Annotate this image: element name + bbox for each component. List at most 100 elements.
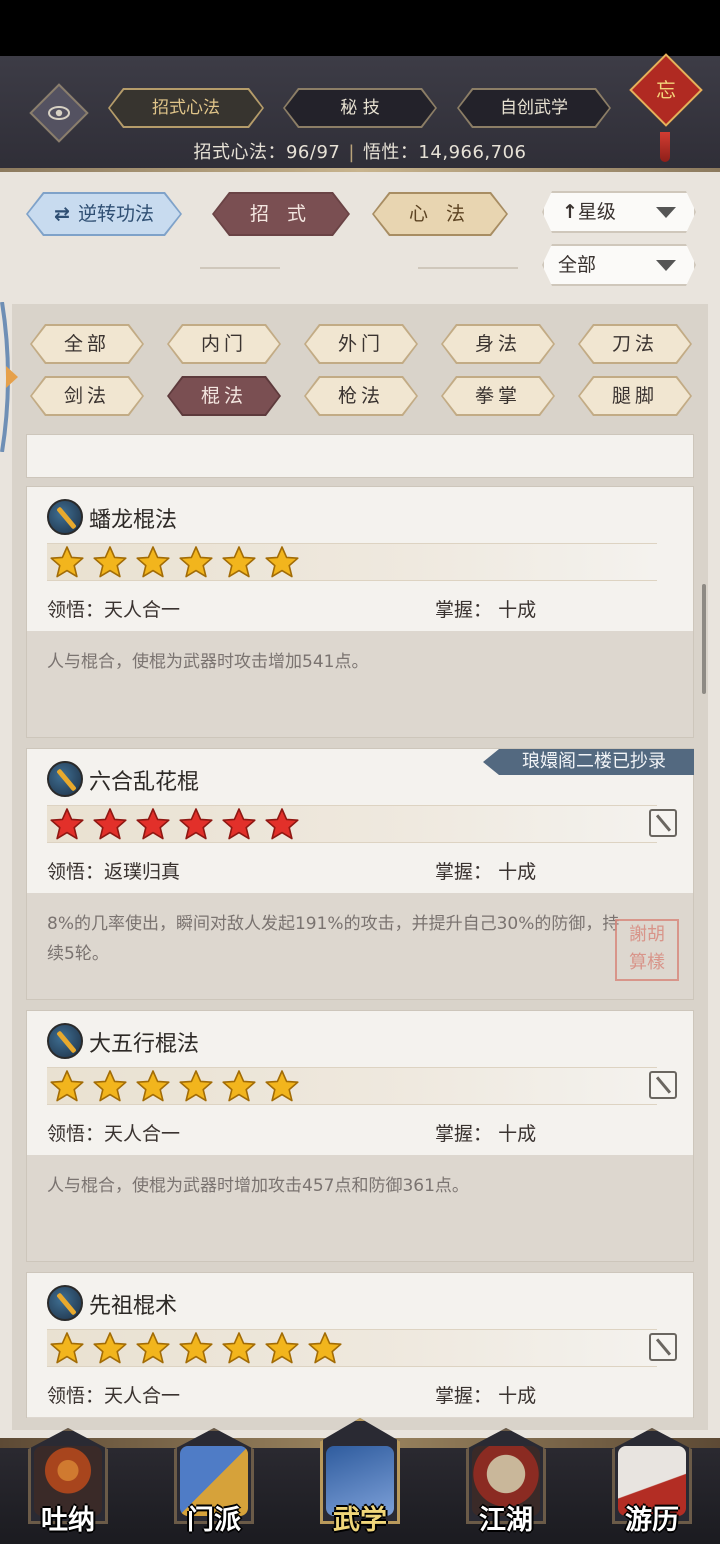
equip-staff-icon[interactable] bbox=[649, 1333, 677, 1361]
description-box: 人与棍合，使棍为武器时增加攻击457点和防御361点。 bbox=[27, 1155, 693, 1261]
comprehension-label: 领悟： bbox=[47, 1123, 105, 1145]
star-icon bbox=[135, 1069, 171, 1103]
stats-moves: 招式心法：96/97 bbox=[193, 142, 341, 163]
staff-icon bbox=[47, 1285, 83, 1321]
comprehension-value: 天人合一 bbox=[104, 1385, 181, 1407]
reverse-label: 逆转功法 bbox=[77, 203, 154, 225]
mastery-label: 掌握： bbox=[435, 1123, 493, 1145]
skill-name: 六合乱花棍 bbox=[89, 770, 200, 795]
reverse-button[interactable]: ⇄ 逆转功法 bbox=[28, 194, 180, 234]
comprehension-value: 天人合一 bbox=[104, 599, 181, 621]
mastery-value: 十成 bbox=[498, 599, 537, 621]
skill-card[interactable]: 先祖棍术 领悟：天人合一 掌握： 十成 bbox=[26, 1272, 694, 1418]
equip-staff-icon[interactable] bbox=[649, 1071, 677, 1099]
nav-item[interactable]: 门派 bbox=[164, 1428, 264, 1540]
description-box: 8%的几率使出，瞬间对敌人发起191%的攻击，并提升自己30%的防御，持续5轮。 bbox=[27, 893, 693, 999]
star-icon bbox=[264, 545, 300, 579]
star-icon bbox=[92, 1069, 128, 1103]
star-icon bbox=[49, 807, 85, 841]
star-rating bbox=[49, 1331, 343, 1365]
filter-dropdown[interactable]: 全部 bbox=[542, 244, 696, 286]
tab-zhaoshi-xinfa[interactable]: 招式心法 bbox=[110, 90, 262, 126]
comprehension-label: 领悟： bbox=[47, 599, 105, 621]
seal-stamp-icon: 謝胡 算樣 bbox=[615, 919, 679, 981]
category-tab[interactable]: 刀法 bbox=[580, 326, 690, 362]
category-tab[interactable]: 内门 bbox=[169, 326, 279, 362]
skill-name: 大五行棍法 bbox=[89, 1032, 200, 1057]
nav-item[interactable]: 吐纳 bbox=[18, 1428, 118, 1540]
star-icon bbox=[221, 1331, 257, 1365]
category-tab[interactable]: 全部 bbox=[32, 326, 142, 362]
tab-zichuang-wuxue[interactable]: 自创武学 bbox=[459, 90, 609, 126]
nav-label: 吐纳 bbox=[41, 1505, 95, 1536]
category-tab[interactable]: 拳掌 bbox=[443, 378, 553, 414]
nav-label: 门派 bbox=[187, 1505, 241, 1536]
nav-item[interactable]: 武学 bbox=[310, 1418, 410, 1540]
eye-icon[interactable] bbox=[29, 83, 89, 143]
star-icon bbox=[92, 807, 128, 841]
star-icon bbox=[135, 1331, 171, 1365]
comprehension-label: 领悟： bbox=[47, 1385, 105, 1407]
star-icon bbox=[178, 1069, 214, 1103]
content-area: ⇄ 逆转功法 招 式 心 法 ↑星级 全部 全部 内门 外门 身法 刀法 剑法 棍法 枪法 拳掌腿… bbox=[0, 172, 720, 1444]
skill-card[interactable]: 大五行棍法领悟：天人合一 掌握： 十成人与棍合，使棍为武器时增加攻击457点和防御… bbox=[26, 1010, 694, 1262]
skill-card[interactable]: 六合乱花棍领悟：返璞归真 掌握： 十成 8%的几率使出，瞬间对敌人发起191%的攻击… bbox=[26, 748, 694, 1000]
caret-down-icon bbox=[656, 260, 676, 271]
skill-name: 蟠龙棍法 bbox=[89, 508, 178, 533]
star-icon bbox=[178, 1331, 214, 1365]
category-tab[interactable]: 棍法 bbox=[169, 378, 279, 414]
mastery: 掌握： 十成 bbox=[435, 1119, 536, 1146]
mastery-label: 掌握： bbox=[435, 861, 493, 883]
toolbar: ⇄ 逆转功法 招 式 心 法 ↑星级 全部 bbox=[0, 172, 720, 304]
nav-item[interactable]: 江湖 bbox=[456, 1428, 556, 1540]
category-tab[interactable]: 枪法 bbox=[306, 378, 416, 414]
star-icon bbox=[135, 807, 171, 841]
star-icon bbox=[49, 545, 85, 579]
stats-insight: 悟性：14,966,706 bbox=[362, 142, 527, 163]
skill-list[interactable]: 蟠龙棍法 领悟：天人合一 掌握： 十成 人与棍合，使棍为武器时攻击增加541点。 六合乱… bbox=[26, 432, 694, 1418]
skill-card[interactable]: 蟠龙棍法 领悟：天人合一 掌握： 十成 人与棍合，使棍为武器时攻击增加541点。 bbox=[26, 486, 694, 738]
category-tab[interactable]: 外门 bbox=[306, 326, 416, 362]
copied-ribbon: 琅嬛阁二楼已抄录 bbox=[483, 749, 694, 775]
category-tab[interactable]: 剑法 bbox=[32, 378, 142, 414]
staff-icon bbox=[47, 761, 83, 797]
comprehension: 领悟：天人合一 bbox=[47, 1119, 180, 1146]
nav-label: 游历 bbox=[625, 1505, 679, 1536]
mastery: 掌握： 十成 bbox=[435, 857, 536, 884]
comprehension-value: 返璞归真 bbox=[104, 861, 181, 883]
star-rating bbox=[49, 545, 300, 579]
description-box bbox=[27, 1417, 693, 1418]
mastery-label: 掌握： bbox=[435, 599, 493, 621]
star-icon bbox=[221, 545, 257, 579]
nav-item[interactable]: 游历 bbox=[602, 1428, 702, 1540]
zhaoshi-button[interactable]: 招 式 bbox=[214, 194, 348, 234]
star-icon bbox=[221, 1069, 257, 1103]
comprehension: 领悟：天人合一 bbox=[47, 1381, 180, 1408]
nav-label: 武学 bbox=[333, 1505, 387, 1536]
star-rating bbox=[49, 1069, 300, 1103]
stats-separator: | bbox=[348, 142, 355, 163]
staff-icon bbox=[47, 1023, 83, 1059]
comprehension-label: 领悟： bbox=[47, 861, 105, 883]
tassel-icon bbox=[660, 132, 670, 162]
xinfa-button[interactable]: 心 法 bbox=[374, 194, 506, 234]
comprehension: 领悟：天人合一 bbox=[47, 595, 180, 622]
scrollbar[interactable] bbox=[702, 584, 706, 694]
star-icon bbox=[178, 545, 214, 579]
star-icon bbox=[307, 1331, 343, 1365]
side-handle-icon[interactable] bbox=[0, 302, 22, 452]
star-icon bbox=[264, 1331, 300, 1365]
star-icon bbox=[49, 1331, 85, 1365]
sort-dropdown[interactable]: ↑星级 bbox=[542, 191, 696, 233]
category-tab[interactable]: 身法 bbox=[443, 326, 553, 362]
top-header: 招式心法 秘 技 自创武学 招式心法：96/97 | 悟性：14,966,706 bbox=[0, 56, 720, 172]
comprehension-value: 天人合一 bbox=[104, 1123, 181, 1145]
star-icon bbox=[264, 807, 300, 841]
category-tab[interactable]: 腿脚 bbox=[580, 378, 690, 414]
equip-staff-icon[interactable] bbox=[649, 809, 677, 837]
tab-miji[interactable]: 秘 技 bbox=[285, 90, 435, 126]
star-icon bbox=[264, 1069, 300, 1103]
star-icon bbox=[135, 545, 171, 579]
star-icon bbox=[221, 807, 257, 841]
star-icon bbox=[49, 1069, 85, 1103]
